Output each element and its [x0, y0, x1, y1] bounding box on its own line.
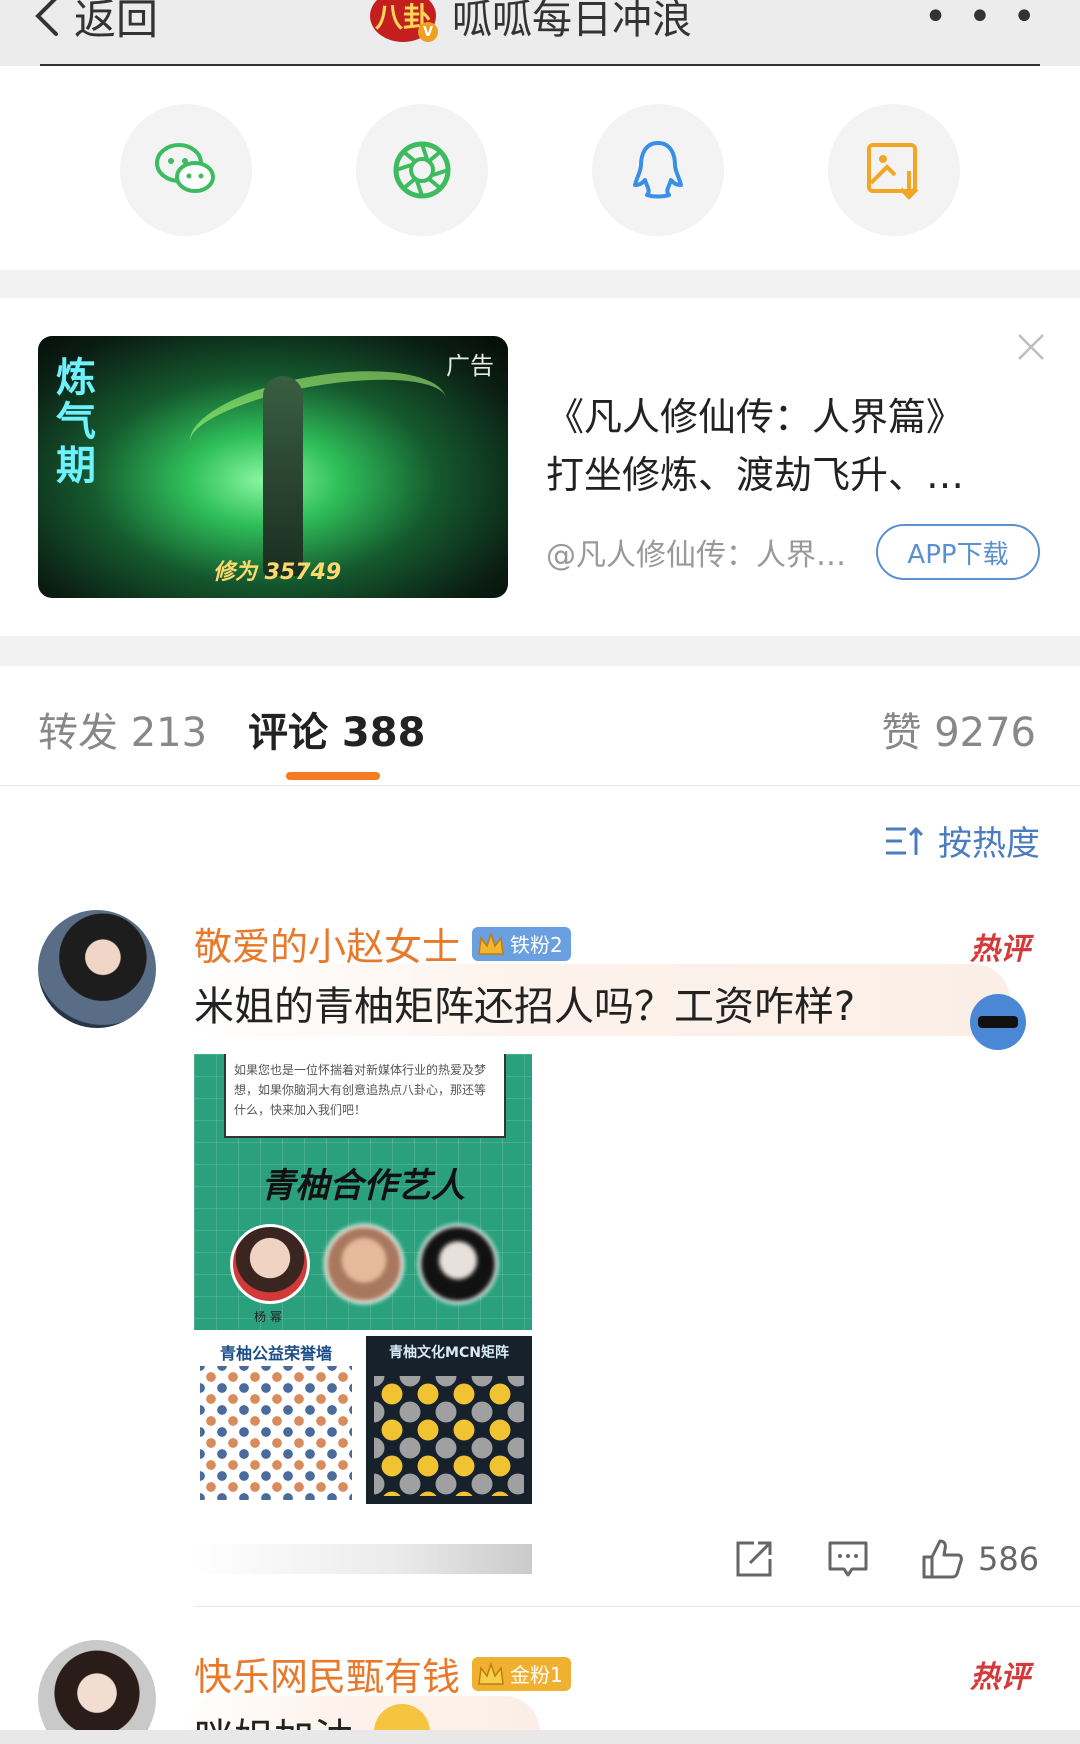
- comment-list: 按热度 敬爱的小赵女士 铁粉2 热评 米姐的青柚矩阵还招人吗？工资咋样? 如果您…: [0, 786, 1080, 1744]
- top-nav-bar: 返回 八卦 V 呱呱每日冲浪 • • •: [0, 0, 1080, 66]
- hot-comment-badge: 热评: [970, 932, 1030, 967]
- ad-character-figure: [263, 376, 303, 576]
- back-label: 返回: [74, 0, 159, 44]
- artist-name: 杨 幂: [254, 1310, 282, 1324]
- thumbs-up-icon: [922, 1539, 963, 1579]
- tab-like[interactable]: 赞 9276: [881, 700, 1036, 758]
- avatar[interactable]: [38, 910, 156, 1028]
- verified-icon: V: [418, 22, 438, 42]
- share-icon: [736, 1541, 772, 1577]
- comment-divider: [194, 1606, 1080, 1607]
- active-tab-indicator: [286, 772, 380, 780]
- crown-icon: [478, 1661, 504, 1685]
- bubble-sticker-icon: [970, 994, 1026, 1050]
- username-text: 快乐网民甄有钱: [194, 1655, 461, 1699]
- hot-comment-badge: 热评: [970, 1660, 1030, 1695]
- tab-comment[interactable]: 评论 388: [248, 700, 425, 758]
- comment-icon: [828, 1541, 868, 1577]
- comment-username[interactable]: 敬爱的小赵女士 铁粉2: [194, 916, 571, 971]
- tab-repost[interactable]: 转发 213: [38, 700, 207, 758]
- account-title[interactable]: 八卦 V 呱呱每日冲浪: [370, 0, 692, 46]
- wechat-icon: [155, 143, 215, 193]
- ad-subtitle: 打坐修炼、渡劫飞升、…: [546, 453, 965, 497]
- comment-image[interactable]: 如果您也是一位怀揣着对新媒体行业的热爱及梦想，如果你脑洞大有创意追热点八卦心，那…: [194, 1054, 532, 1504]
- ad-close-icon[interactable]: [1016, 332, 1046, 362]
- more-options-button[interactable]: • • •: [924, 0, 1040, 40]
- fan-badge: 铁粉2: [472, 926, 571, 961]
- comment-item: 快乐网民甄有钱 金粉1 热评 咪姐加油: [0, 1616, 1080, 1744]
- artist-photo-blurred: [324, 1224, 404, 1304]
- save-image-button[interactable]: [828, 104, 960, 236]
- comment-image-intro: 如果您也是一位怀揣着对新媒体行业的热爱及梦想，如果你脑洞大有创意追热点八卦心，那…: [224, 1054, 506, 1138]
- avatar[interactable]: [38, 1640, 156, 1744]
- share-comment-button[interactable]: [732, 1534, 776, 1584]
- post-tabs: 转发 213 评论 388 赞 9276: [0, 666, 1080, 786]
- share-qq-button[interactable]: [592, 104, 724, 236]
- ad-thumb-calligraphy: 炼气期: [56, 355, 96, 489]
- bottom-edge: [0, 1730, 1080, 1744]
- ad-thumb-score: 修为 35749: [213, 560, 342, 585]
- ad-thumbnail[interactable]: 炼气期 广告 修为 35749: [38, 336, 508, 598]
- save-image-icon: [867, 143, 919, 200]
- honor-wall-avatars: [200, 1366, 352, 1500]
- comment-actions: 586: [0, 1534, 1080, 1584]
- username-text: 敬爱的小赵女士: [194, 925, 461, 969]
- artist-photo-blurred: [418, 1224, 498, 1304]
- comment-image-headline: 青柚合作艺人: [261, 1166, 465, 1206]
- ad-title: 《凡人修仙传：人界篇》: [546, 395, 965, 439]
- fan-badge-label: 金粉1: [510, 1663, 563, 1687]
- app-download-button[interactable]: APP下载: [876, 524, 1040, 580]
- fan-badge: 金粉1: [472, 1656, 571, 1691]
- honor-wall-title: 青柚公益荣誉墙: [219, 1344, 332, 1363]
- like-comment-button[interactable]: 586: [920, 1534, 1039, 1584]
- chevron-left-icon: [35, 0, 58, 36]
- honor-wall-panel: 青柚公益荣誉墙: [194, 1336, 358, 1504]
- comment-username[interactable]: 快乐网民甄有钱 金粉1: [194, 1646, 571, 1701]
- share-wechat-button[interactable]: [120, 104, 252, 236]
- comment-item: 敬爱的小赵女士 铁粉2 热评 米姐的青柚矩阵还招人吗？工资咋样? 如果您也是一位…: [0, 786, 1080, 1616]
- ad-source[interactable]: @凡人修仙传：人界…: [546, 530, 846, 574]
- reply-comment-button[interactable]: [826, 1534, 870, 1584]
- ad-glow-effect: [182, 354, 454, 488]
- moments-icon: [393, 141, 451, 199]
- qq-icon: [633, 141, 683, 199]
- fan-badge-label: 铁粉2: [510, 933, 563, 957]
- like-count: 586: [978, 1540, 1040, 1578]
- comment-text: 米姐的青柚矩阵还招人吗？工资咋样?: [194, 984, 856, 1030]
- share-moments-button[interactable]: [356, 104, 488, 236]
- account-name: 呱呱每日冲浪: [452, 0, 692, 43]
- ad-card[interactable]: 炼气期 广告 修为 35749 《凡人修仙传：人界篇》 打坐修炼、渡劫飞升、… …: [0, 298, 1080, 636]
- account-logo: 八卦 V: [370, 0, 438, 42]
- share-panel: [0, 66, 1080, 270]
- mcn-matrix-panel: 青柚文化MCN矩阵: [366, 1336, 532, 1504]
- crown-icon: [478, 931, 504, 955]
- back-button[interactable]: 返回: [30, 0, 158, 46]
- artist-photo: [230, 1224, 310, 1304]
- mcn-matrix-avatars: [374, 1376, 524, 1496]
- ad-tag: 广告: [446, 352, 494, 380]
- comment-image-green-panel: 如果您也是一位怀揣着对新媒体行业的热爱及梦想，如果你脑洞大有创意追热点八卦心，那…: [194, 1054, 532, 1330]
- mcn-matrix-title: 青柚文化MCN矩阵: [389, 1345, 509, 1361]
